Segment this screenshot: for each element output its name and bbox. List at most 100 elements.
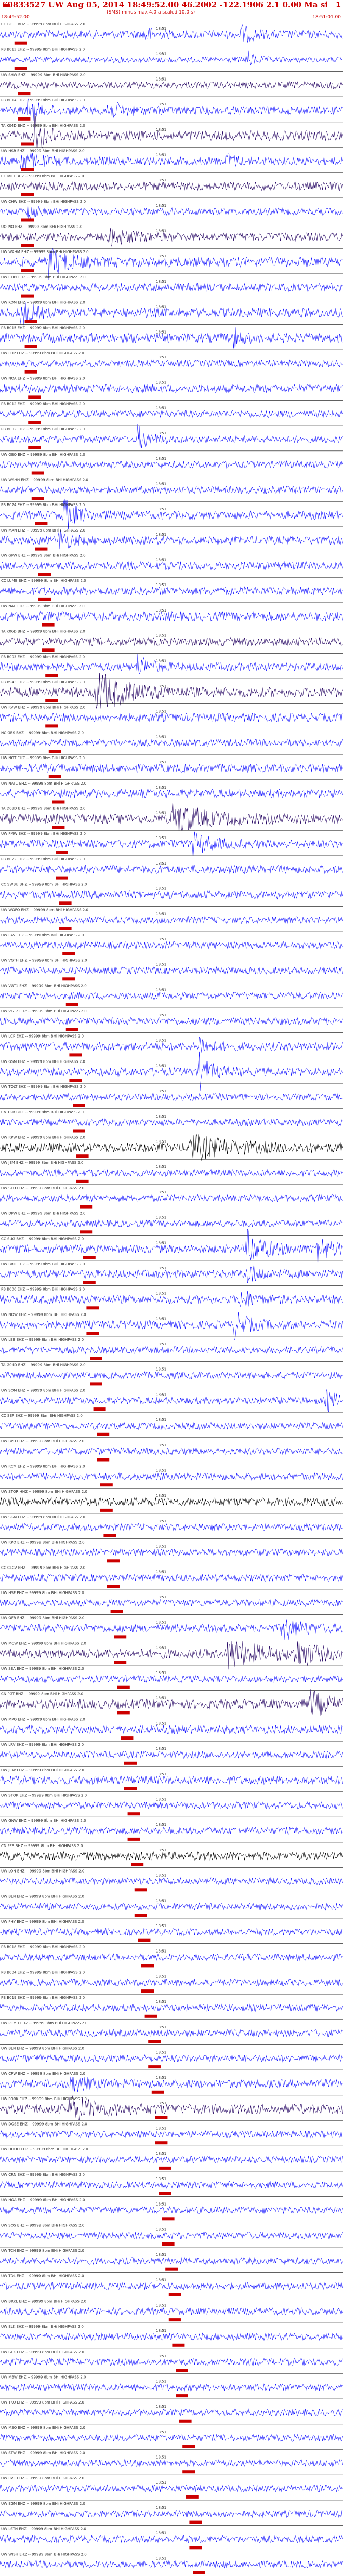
trace-row: UW OFR EHZ -- 99999 8bm BHi HIGHPASS 2.0… [0, 1614, 343, 1640]
time-tick-label: 18:51 [156, 330, 166, 334]
trace-row: UW VGT2 EHZ -- 99999 8bm BHi HIGHPASS 2.… [0, 1007, 343, 1031]
time-tick-label: 18:51 [156, 1721, 166, 1725]
time-tick-label: 18:51 [156, 406, 166, 410]
trace-row: UW HOOD EHZ -- 99999 8bm BHi HIGHPASS 2.… [0, 2145, 343, 2170]
trace-row: CC SWBU BHZ -- 99999 8bm BHi HIGHPASS 2.… [0, 881, 343, 905]
waveform [0, 205, 343, 220]
phase-pick-marker [155, 2141, 168, 2145]
trace-row: UW NAT1 EHZ -- 99999 8bm BHi HIGHPASS 2.… [0, 779, 343, 804]
waveform [0, 1928, 343, 1936]
time-tick-label: 18:51 [156, 836, 166, 840]
time-tick-label: 18:51 [156, 2380, 166, 2384]
trace-row: UW ELK EHZ -- 99999 8bm BHi HIGHPASS 2.0… [0, 2322, 343, 2347]
station-label: CC SEP EHZ -- 99999 8bm BHi HIGHPASS 2.0 [1, 1414, 83, 1418]
waveform [0, 2155, 343, 2164]
station-label: UW OFR EHZ -- 99999 8bm BHi HIGHPASS 2.0 [1, 1616, 84, 1621]
station-label: CC MILT BHZ -- 99999 8bm BHi HIGHPASS 2.… [1, 174, 84, 178]
phase-pick-marker [83, 1281, 96, 1284]
trace-row: TA K04D BHZ -- 99999 8bm BHi HIGHPASS 2.… [0, 113, 343, 150]
station-label: PB B006 EHZ -- 99999 8bm BHi HIGHPASS 2.… [1, 1287, 85, 1292]
time-tick-label: 18:51 [156, 1241, 166, 1245]
time-tick-label: 18:51 [156, 684, 166, 688]
phase-pick-marker [42, 648, 55, 652]
phase-pick-marker [103, 1534, 116, 1537]
waveform [0, 384, 343, 394]
time-tick-label: 18:51 [156, 1292, 166, 1296]
station-label: UW PCMD EHZ -- 99999 8bm BHi HIGHPASS 2.… [1, 2021, 88, 2025]
waveform [0, 2358, 343, 2366]
waveform [0, 2459, 343, 2467]
time-tick-label: 18:51 [156, 2303, 166, 2307]
trace-row: UW BRO EHZ -- 99999 8bm BHi HIGHPASS 2.0… [0, 1260, 343, 1284]
waveform [0, 327, 343, 350]
waveform [0, 1447, 343, 1455]
trace-row: UW TDL EHZ -- 99999 8bm BHi HIGHPASS 2.0… [0, 2272, 343, 2296]
waveform [0, 1346, 343, 1355]
trace-row: UW VGTH EHZ -- 99999 8bm BHi HIGHPASS 2.… [0, 957, 343, 981]
waveform [0, 2534, 343, 2543]
phase-pick-marker [162, 2242, 175, 2246]
time-tick-label: 18:51 [156, 305, 166, 309]
station-label: UW DOSE EHZ -- 99999 8bm BHi HIGHPASS 2.… [1, 2122, 87, 2127]
waveform [0, 2206, 343, 2214]
station-label: UW LSTN EHZ -- 99999 8bm BHi HIGHPASS 2.… [1, 2527, 86, 2531]
waveform [0, 789, 343, 799]
trace-row: PB B004 EHZ -- 99999 8bm BHi HIGHPASS 2.… [0, 1969, 343, 1993]
waveform [0, 2181, 343, 2189]
trace-row: UW MBW EHZ -- 99999 8bm BHi HIGHPASS 2.0… [0, 2373, 343, 2398]
station-label: UW PHY EHZ -- 99999 8bm BHi HIGHPASS 2.0 [1, 1920, 84, 1924]
waveform [0, 1017, 343, 1026]
station-label: UW DPW EHZ -- 99999 8bm BHi HIGHPASS 2.0 [1, 1212, 86, 1216]
trace-row: UW BPH EHZ -- 99999 8bm BHi HIGHPASS 2.0… [0, 1437, 343, 1462]
waveform [0, 2307, 343, 2316]
station-label: UW KOM EHZ -- 99999 8bm BHi HIGHPASS 2.0 [1, 301, 85, 305]
station-label: UW LON EHZ -- 99999 8bm BHi HIGHPASS 2.0 [1, 1869, 84, 1874]
station-label: UW LCP EHZ -- 99999 8bm BHi HIGHPASS 2.0 [1, 1034, 84, 1039]
phase-pick-marker [97, 1432, 110, 1436]
trace-row: UW LRV EHZ -- 99999 8bm BHi HIGHPASS 2.0… [0, 1741, 343, 1765]
trace-row: UW OBO EHZ -- 99999 8bm BHi HIGHPASS 2.0… [0, 450, 343, 475]
phase-pick-marker [121, 1736, 134, 1740]
phase-pick-marker [162, 2217, 175, 2221]
station-label: UW HSF EHZ -- 99999 8bm BHi HIGHPASS 2.0 [1, 1591, 84, 1595]
trace-row: UW NOW EHZ -- 99999 8bm BHi HIGHPASS 2.0… [0, 1311, 343, 1341]
time-tick-label: 18:51 [156, 1367, 166, 1372]
waveform [0, 1118, 343, 1127]
phase-pick-marker [134, 1914, 147, 1917]
trace-row: UW MAN EHZ -- 99999 8bm BHi HIGHPASS 2.0… [0, 526, 343, 551]
station-label: CC LUMB BHZ -- 99999 8bm BHi HIGHPASS 2.… [1, 579, 86, 583]
phase-pick-marker [45, 724, 58, 728]
time-tick-label: 18:51 [156, 1747, 166, 1751]
trace-row: UW CHW EHZ -- 99999 8bm BHi HIGHPASS 2.0… [0, 197, 343, 222]
phase-pick-marker [127, 1812, 140, 1816]
waveform [0, 152, 343, 171]
station-label: UO PIO EHZ -- 99999 8bm BHi HIGHPASS 2.0 [1, 225, 82, 229]
time-tick-label: 18:51 [156, 1974, 166, 1979]
phase-pick-marker [80, 1230, 93, 1234]
trace-row: UW TOLT EHZ -- 99999 8bm BHi HIGHPASS 2.… [0, 1083, 343, 1107]
time-tick-label: 18:51 [156, 2127, 166, 2131]
station-label: UW SEA EHZ -- 99999 8bm BHi HIGHPASS 2.0 [1, 1667, 84, 1671]
phase-pick-marker [124, 1787, 137, 1790]
station-label: UW RPW EHZ -- 99999 8bm BHi HIGHPASS 2.0 [1, 1136, 85, 1140]
station-label: UW NOW EHZ -- 99999 8bm BHi HIGHPASS 2.0 [1, 1312, 86, 1317]
time-tick-label: 18:51 [156, 1469, 166, 1473]
station-label: UW CRN EHZ -- 99999 8bm BHi HIGHPASS 2.0 [1, 2173, 85, 2177]
waveform [0, 966, 343, 975]
phase-pick-marker [182, 2470, 195, 2474]
waveform [0, 1219, 343, 1228]
trace-row: PB B943 EHZ -- 99999 8bm BHi HIGHPASS 2.… [0, 673, 343, 709]
station-label: UW TCH EHZ -- 99999 8bm BHi HIGHPASS 2.0 [1, 2249, 84, 2253]
waveform [0, 915, 343, 924]
time-tick-label: 18:51 [156, 1140, 166, 1144]
station-label: PB B943 EHZ -- 99999 8bm BHi HIGHPASS 2.… [1, 680, 85, 684]
station-label: TA K06D BHZ -- 99999 8bm BHi HIGHPASS 2.… [1, 630, 85, 634]
phase-pick-marker [28, 395, 41, 399]
trace-row: UW CRN EHZ -- 99999 8bm BHi HIGHPASS 2.0… [0, 2171, 343, 2195]
time-tick-label: 18:51 [156, 1013, 166, 1017]
phase-pick-marker [176, 2394, 188, 2398]
phase-pick-marker [59, 901, 72, 905]
station-label: UW STW EHZ -- 99999 8bm BHi HIGHPASS 2.0 [1, 2451, 85, 2455]
trace-row: UW VGT1 EHZ -- 99999 8bm BHi HIGHPASS 2.… [0, 982, 343, 1006]
waveform [0, 1037, 343, 1053]
